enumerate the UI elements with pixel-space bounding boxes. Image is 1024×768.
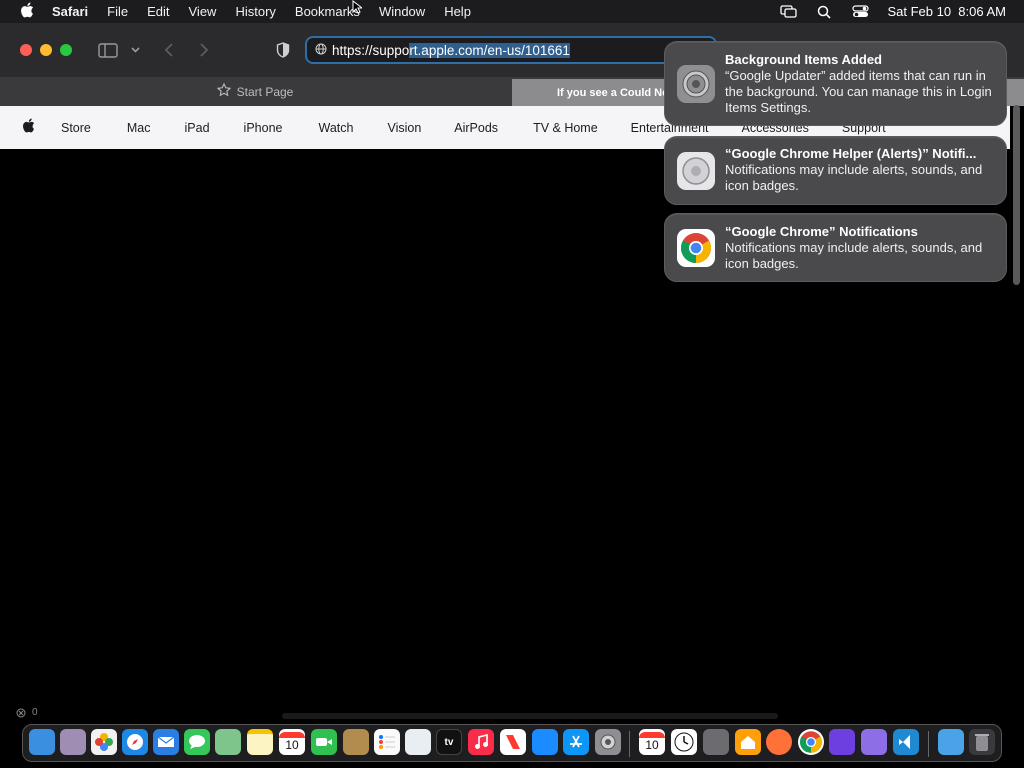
globe-icon [315, 43, 327, 58]
clock-icon[interactable] [671, 729, 697, 755]
status-counter-icon [16, 708, 26, 721]
firefox-icon[interactable] [766, 729, 792, 755]
nav-store[interactable]: Store [61, 121, 91, 135]
visual-studio-icon[interactable] [861, 729, 887, 755]
notification-title: “Google Chrome” Notifications [725, 224, 918, 239]
close-window-button[interactable] [20, 44, 32, 56]
menu-window[interactable]: Window [379, 4, 425, 19]
minimize-window-button[interactable] [40, 44, 52, 56]
menu-edit[interactable]: Edit [147, 4, 169, 19]
url-text-selected: rt.apple.com/en-us/101661 [409, 42, 570, 58]
chrome-dock-icon[interactable] [798, 729, 824, 755]
menu-bookmarks[interactable]: Bookmarks [295, 4, 360, 19]
tab-start-page-label: Start Page [236, 84, 294, 99]
keynote-icon[interactable] [532, 729, 558, 755]
notes-icon[interactable] [247, 729, 273, 755]
trash-icon[interactable] [969, 729, 995, 755]
back-arrow-icon[interactable] [162, 40, 176, 60]
tab-group-chevron-icon[interactable] [129, 40, 141, 60]
notification-body: “Google Updater” added items that can ru… [725, 68, 992, 115]
finder-icon[interactable] [29, 729, 55, 755]
dock: 10 tv 10 [22, 724, 1002, 762]
chrome-helper-icon [677, 152, 715, 190]
menu-app-name[interactable]: Safari [52, 4, 88, 19]
facetime-icon[interactable] [311, 729, 337, 755]
apple-menu-icon[interactable] [18, 2, 36, 22]
sidebar-toggle-icon[interactable] [97, 40, 119, 60]
mail-icon[interactable] [153, 729, 179, 755]
tab-active-label: If you see a Could No [557, 86, 669, 99]
chrome-icon [677, 229, 715, 267]
nav-airpods[interactable]: AirPods [454, 121, 498, 135]
nav-mac[interactable]: Mac [127, 121, 151, 135]
nav-vision[interactable]: Vision [387, 121, 421, 135]
calendar-icon-2[interactable]: 10 [639, 729, 665, 755]
control-center-icon[interactable] [851, 5, 869, 19]
forward-arrow-icon[interactable] [197, 40, 211, 60]
notification-body: Notifications may include alerts, sounds… [725, 240, 983, 271]
freeform-icon[interactable] [405, 729, 431, 755]
calendar-day: 10 [285, 738, 299, 752]
notification-chrome-helper[interactable]: “Google Chrome Helper (Alerts)” Notifi..… [664, 136, 1007, 205]
nav-iphone[interactable]: iPhone [244, 121, 283, 135]
notification-body: Notifications may include alerts, sounds… [725, 162, 983, 193]
notification-chrome[interactable]: “Google Chrome” Notifications Notificati… [664, 213, 1007, 282]
status-count: 0 [32, 707, 38, 718]
news-icon[interactable] [500, 729, 526, 755]
horizontal-scrollbar[interactable] [282, 713, 778, 719]
star-icon [216, 82, 231, 100]
maps-icon[interactable] [215, 729, 241, 755]
downloads-folder-icon[interactable] [938, 729, 964, 755]
mouse-cursor-icon [352, 0, 364, 19]
notification-background-items[interactable]: Background Items Added “Google Updater” … [664, 41, 1007, 126]
menu-bar: Safari File Edit View History Bookmarks … [0, 0, 1024, 23]
music-icon[interactable] [468, 729, 494, 755]
menu-clock[interactable]: Sat Feb 10 8:06 AM [887, 4, 1006, 19]
nav-watch[interactable]: Watch [318, 121, 353, 135]
page-scrollbar[interactable] [1013, 105, 1020, 285]
notification-title: “Google Chrome Helper (Alerts)” Notifi..… [725, 146, 977, 161]
nav-tv-home[interactable]: TV & Home [533, 121, 598, 135]
apple-tv-icon[interactable]: tv [436, 729, 462, 755]
spotlight-search-icon[interactable] [815, 5, 833, 19]
screen-app-icon[interactable] [829, 729, 855, 755]
home-icon[interactable] [735, 729, 761, 755]
dock-divider-2 [928, 731, 929, 757]
calendar-day-2: 10 [645, 738, 659, 752]
apple-tv-label: tv [444, 736, 454, 748]
photos-icon[interactable] [91, 729, 117, 755]
messages-icon[interactable] [184, 729, 210, 755]
screen-mirroring-icon[interactable] [779, 5, 797, 19]
launchpad-icon[interactable] [60, 729, 86, 755]
nav-ipad[interactable]: iPad [185, 121, 210, 135]
apple-logo-icon[interactable] [22, 118, 35, 138]
calculator-icon[interactable] [703, 729, 729, 755]
menu-history[interactable]: History [235, 4, 275, 19]
zoom-window-button[interactable] [60, 44, 72, 56]
settings-gear-icon [677, 65, 715, 103]
contacts-icon[interactable] [343, 729, 369, 755]
notification-title: Background Items Added [725, 52, 882, 67]
privacy-shield-icon[interactable] [274, 40, 292, 60]
tab-start-page[interactable]: Start Page [0, 77, 510, 106]
system-settings-icon[interactable] [595, 729, 621, 755]
menu-file[interactable]: File [107, 4, 128, 19]
menu-view[interactable]: View [189, 4, 217, 19]
status-bar: 0 [0, 706, 1024, 723]
calendar-icon[interactable]: 10 [279, 729, 305, 755]
vscode-icon[interactable] [893, 729, 919, 755]
address-bar[interactable]: https://suppo rt.apple.com/en-us/101661 [305, 36, 717, 64]
menu-help[interactable]: Help [444, 4, 471, 19]
dock-divider [629, 731, 630, 757]
reminders-icon[interactable] [374, 729, 400, 755]
url-text-prefix: https://suppo [332, 42, 410, 58]
safari-window: https://suppo rt.apple.com/en-us/101661 S… [0, 23, 1024, 723]
app-store-icon[interactable] [563, 729, 589, 755]
safari-icon[interactable] [122, 729, 148, 755]
